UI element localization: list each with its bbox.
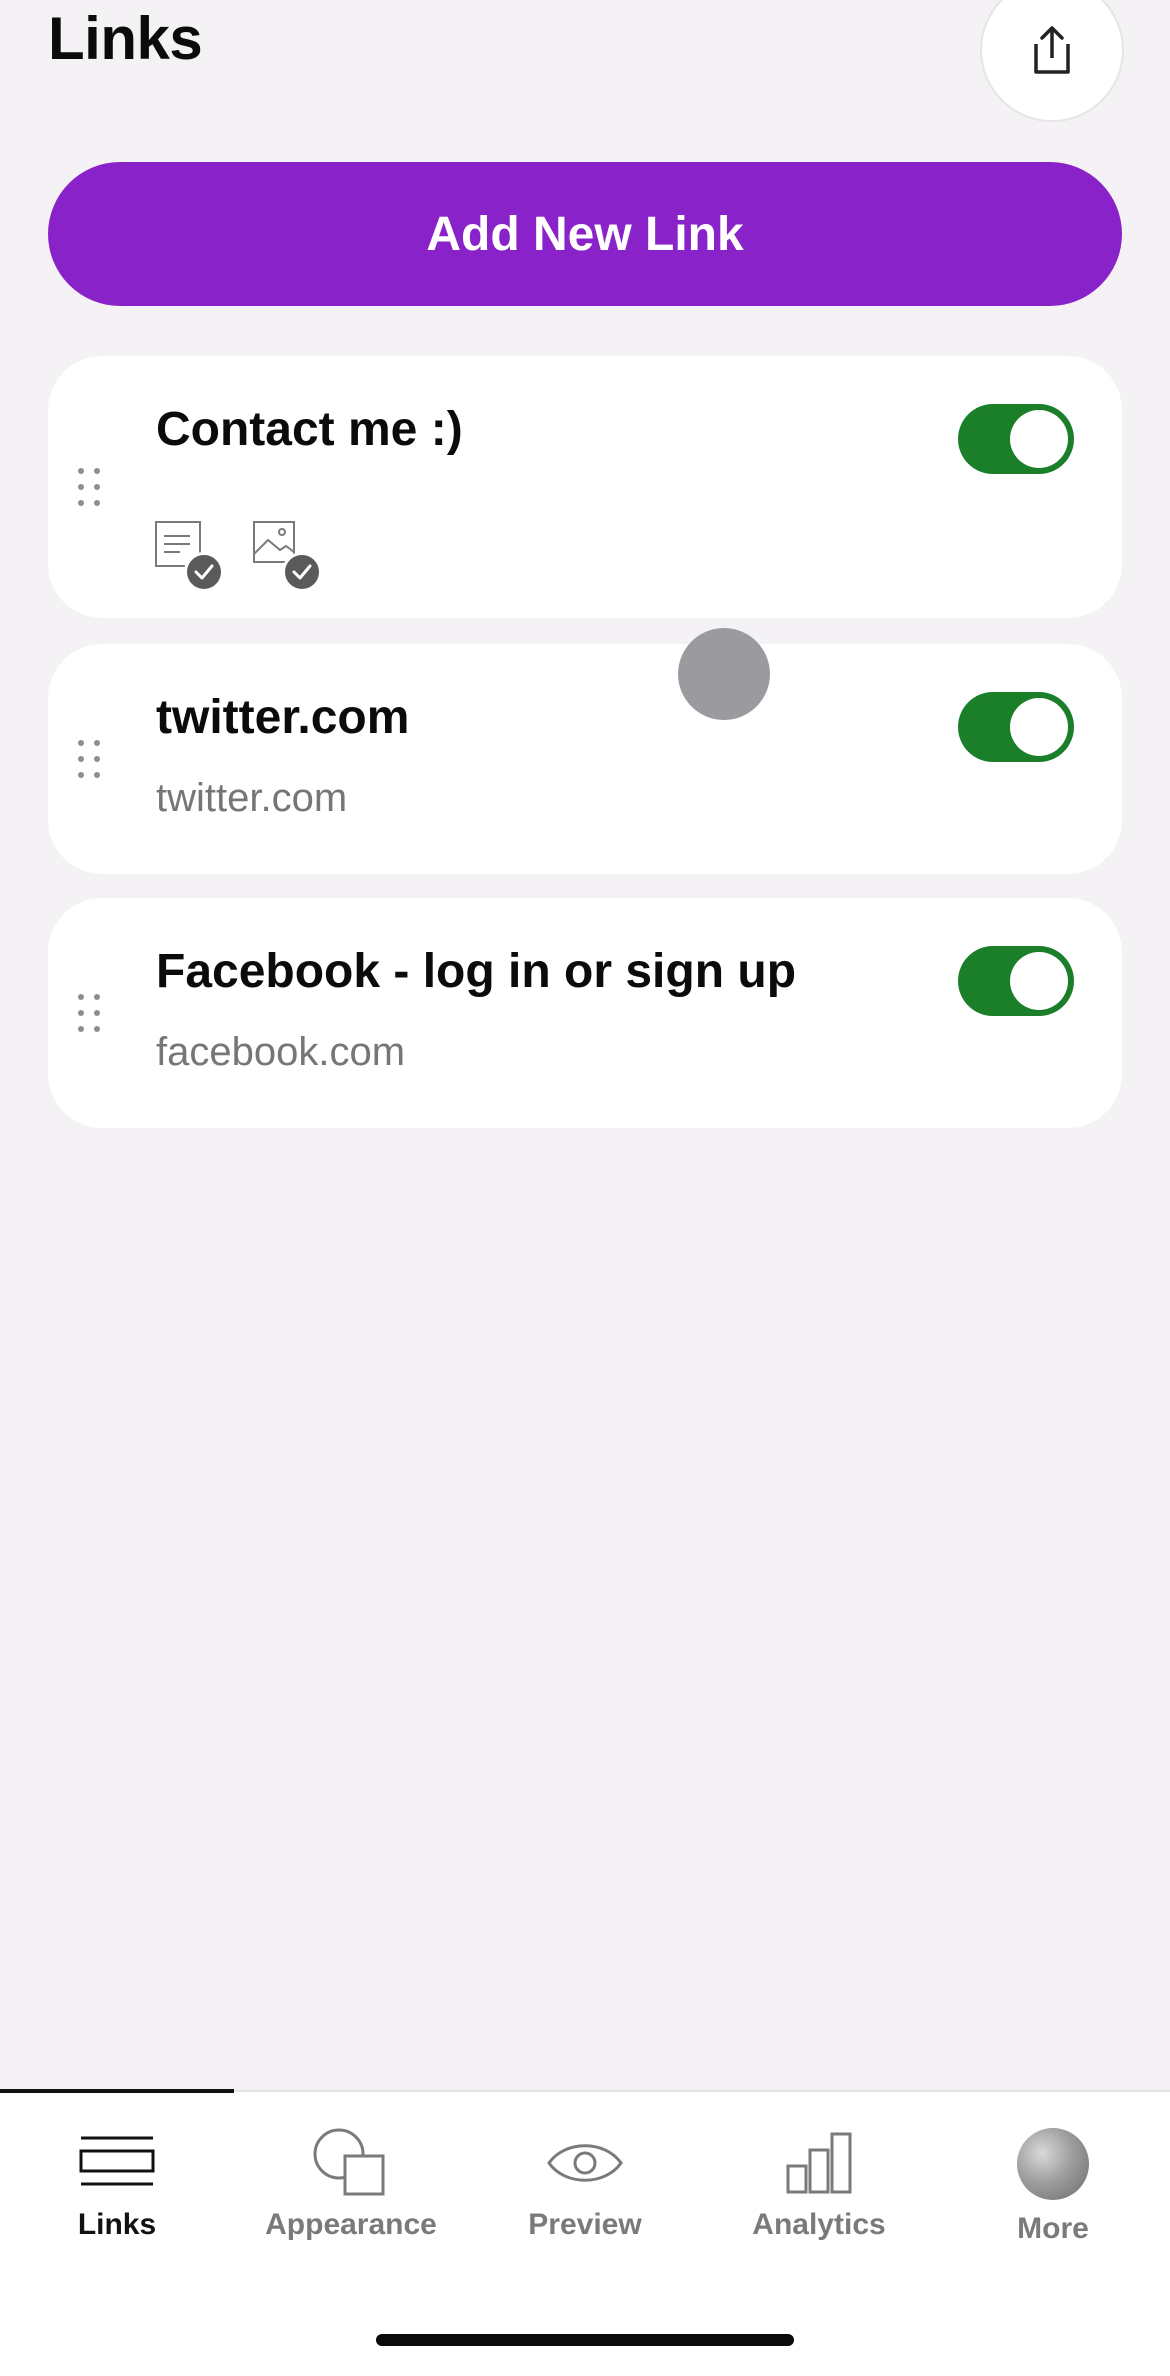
eye-icon bbox=[547, 2138, 623, 2193]
link-toggle[interactable] bbox=[958, 404, 1074, 474]
link-title: Contact me :) bbox=[156, 403, 463, 456]
link-card[interactable]: twitter.com twitter.com bbox=[48, 644, 1122, 874]
drag-handle-icon[interactable] bbox=[78, 740, 108, 780]
tab-label: Appearance bbox=[265, 2208, 437, 2241]
link-title: Facebook - log in or sign up bbox=[156, 945, 797, 998]
links-icon bbox=[79, 2134, 155, 2195]
link-toggle[interactable] bbox=[958, 946, 1074, 1016]
check-badge-icon bbox=[282, 552, 322, 592]
link-toggle[interactable] bbox=[958, 692, 1074, 762]
tab-preview[interactable]: Preview bbox=[468, 2092, 702, 2292]
home-indicator bbox=[376, 2334, 794, 2346]
add-new-link-button[interactable]: Add New Link bbox=[48, 162, 1122, 306]
link-url: twitter.com bbox=[156, 776, 348, 820]
toggle-knob bbox=[1010, 952, 1068, 1010]
tab-appearance[interactable]: Appearance bbox=[234, 2092, 468, 2292]
touch-indicator bbox=[678, 628, 770, 720]
share-icon bbox=[1034, 26, 1070, 74]
tab-label: Preview bbox=[528, 2208, 642, 2241]
tab-links[interactable]: Links bbox=[0, 2092, 234, 2292]
form-icon[interactable] bbox=[154, 520, 224, 592]
appearance-icon bbox=[311, 2126, 391, 2205]
check-badge-icon bbox=[184, 552, 224, 592]
share-button[interactable] bbox=[980, 0, 1124, 122]
drag-handle-icon[interactable] bbox=[78, 994, 108, 1034]
page-title: Links bbox=[48, 5, 203, 72]
toggle-knob bbox=[1010, 698, 1068, 756]
tab-label: Links bbox=[77, 2208, 157, 2241]
link-url: facebook.com bbox=[156, 1030, 406, 1074]
tab-label: Analytics bbox=[752, 2208, 886, 2241]
thumbnail-icon[interactable] bbox=[252, 520, 322, 592]
tab-more[interactable]: More bbox=[936, 2092, 1170, 2292]
avatar bbox=[1017, 2128, 1089, 2200]
tab-analytics[interactable]: Analytics bbox=[702, 2092, 936, 2292]
link-title: twitter.com bbox=[156, 691, 410, 744]
link-card[interactable]: Facebook - log in or sign up facebook.co… bbox=[48, 898, 1122, 1128]
toggle-knob bbox=[1010, 410, 1068, 468]
bar-chart-icon bbox=[784, 2130, 854, 2199]
drag-handle-icon[interactable] bbox=[78, 468, 108, 508]
link-card[interactable]: Contact me :) bbox=[48, 356, 1122, 618]
tab-label: More bbox=[1017, 2212, 1089, 2245]
